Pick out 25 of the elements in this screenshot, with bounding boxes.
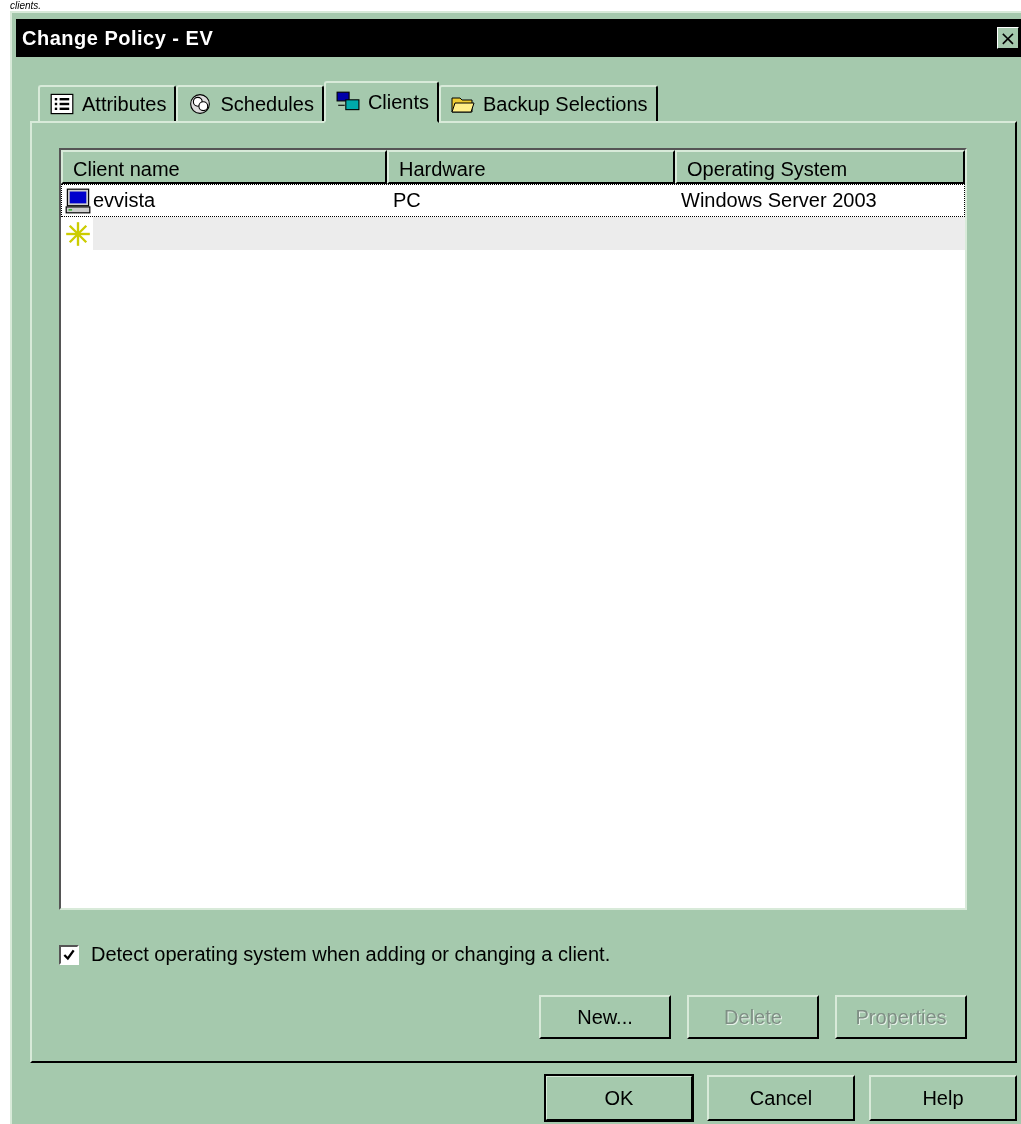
column-header[interactable]: Client name xyxy=(61,150,387,184)
computers-icon xyxy=(335,91,360,113)
detect-os-checkbox[interactable]: Detect operating system when adding or changing a client. xyxy=(59,943,967,966)
window-title: Change Policy - EV xyxy=(21,26,214,50)
table-row[interactable]: evvista PC Windows Server 2003 xyxy=(61,184,965,217)
tab[interactable]: Backup Selections xyxy=(439,85,658,121)
caption-text: clients. xyxy=(10,0,42,11)
tab[interactable]: Attributes xyxy=(38,85,177,121)
column-header[interactable]: Operating System xyxy=(675,150,965,184)
dialog-button[interactable]: Help xyxy=(869,1075,1017,1121)
table-cell-text: evvista xyxy=(93,189,157,212)
dialog-button[interactable]: OK xyxy=(545,1075,693,1121)
tab[interactable]: Schedules xyxy=(176,85,324,121)
column-header[interactable]: Hardware xyxy=(387,150,675,184)
clock-icon xyxy=(188,93,213,115)
checkbox[interactable] xyxy=(59,944,79,965)
computer-icon xyxy=(65,187,91,214)
close-button[interactable]: × xyxy=(997,27,1019,49)
action-button[interactable]: New... xyxy=(539,995,671,1039)
table-cell: Windows Server 2003 xyxy=(681,189,877,212)
table-cell-text: PC xyxy=(392,189,422,212)
dialog-button[interactable]: Cancel xyxy=(707,1075,855,1121)
tab[interactable]: Clients xyxy=(323,81,440,123)
list-icon xyxy=(50,93,74,115)
sparkle-icon xyxy=(65,220,91,247)
